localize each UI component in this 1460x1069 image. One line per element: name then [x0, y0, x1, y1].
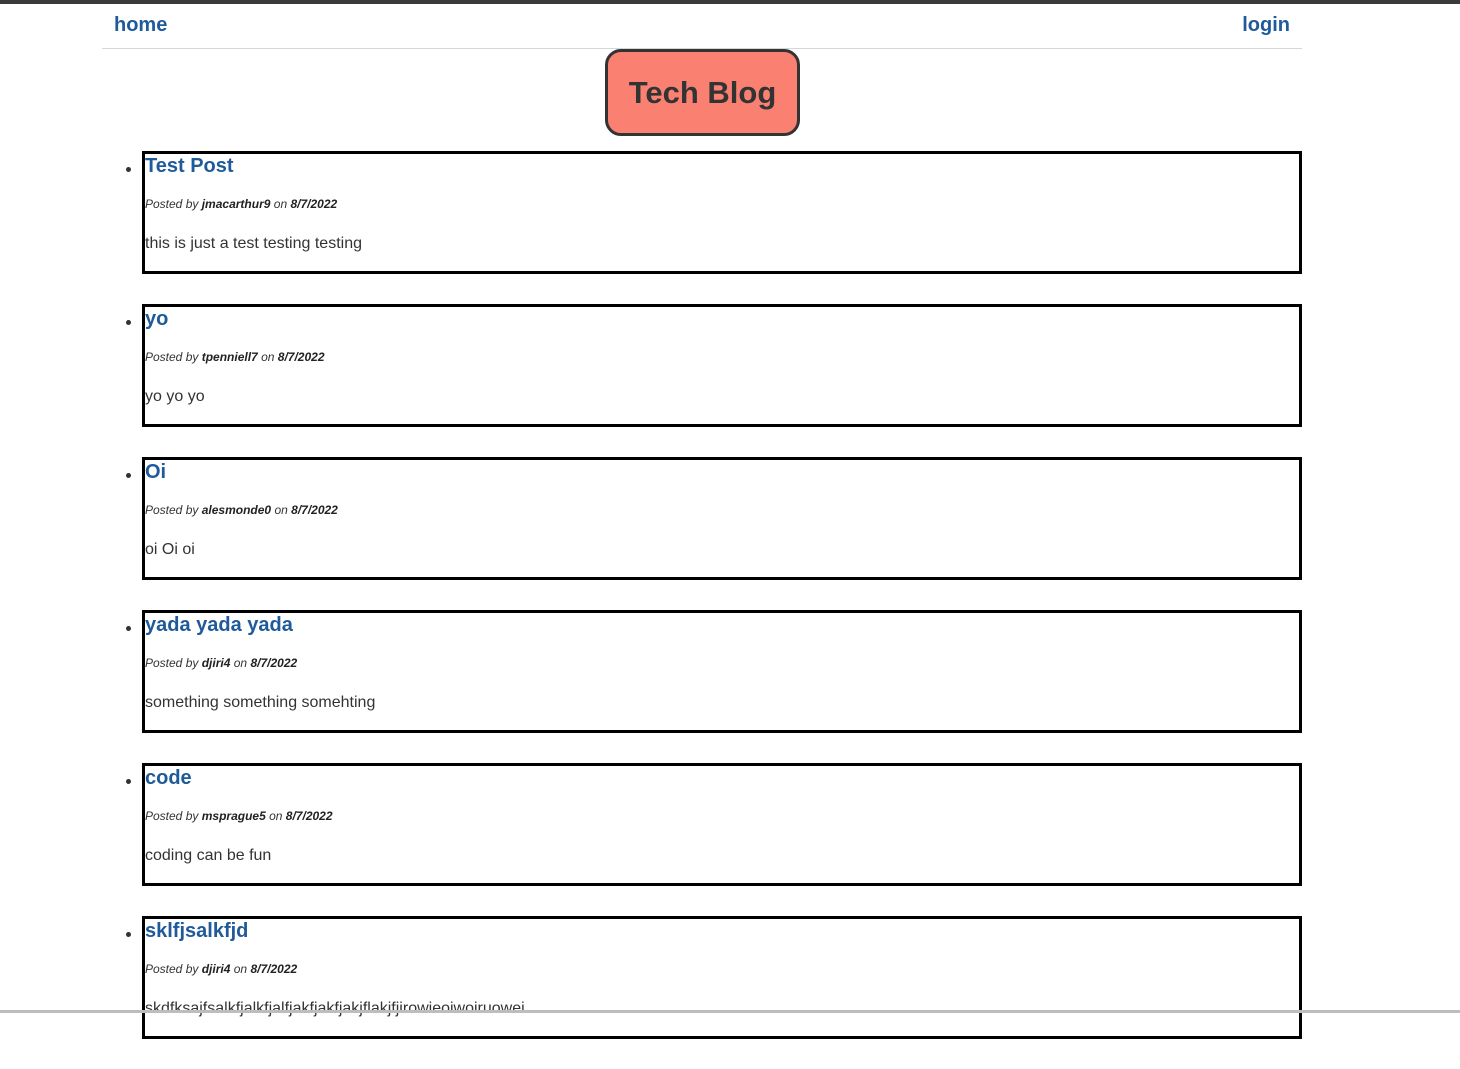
post-date: 8/7/2022 [250, 656, 298, 670]
on-label: on [233, 962, 248, 976]
site-title: Tech Blog [628, 74, 777, 110]
post-body: oi Oi oi [145, 541, 195, 558]
posted-by-label: Posted by [145, 809, 199, 823]
post-author: msprague5 [201, 809, 266, 823]
post-meta: Posted by msprague5 on 8/7/2022 [145, 809, 333, 823]
list-bullet [126, 779, 131, 784]
list-bullet [126, 167, 131, 172]
post-title-link[interactable]: Test Post [145, 155, 234, 178]
post-author: jmacarthur9 [201, 197, 271, 211]
post-meta: Posted by tpenniell7 on 8/7/2022 [145, 350, 325, 364]
list-bullet [126, 932, 131, 937]
post-title-link[interactable]: yada yada yada [145, 614, 293, 637]
on-label: on [273, 197, 288, 211]
post-card: Test Post Posted by jmacarthur9 on 8/7/2… [126, 151, 1302, 274]
list-bullet [126, 626, 131, 631]
post-title-link[interactable]: code [145, 767, 192, 790]
on-label: on [274, 503, 288, 517]
post-date: 8/7/2022 [291, 503, 338, 517]
list-bullet [126, 473, 131, 478]
post-date: 8/7/2022 [290, 197, 338, 211]
post-list: Test Post Posted by jmacarthur9 on 8/7/2… [126, 151, 1302, 1069]
home-link[interactable]: home [114, 14, 167, 37]
post-meta: Posted by djiri4 on 8/7/2022 [145, 656, 297, 670]
post-title-link[interactable]: sklfjsalkfjd [145, 920, 248, 943]
on-label: on [269, 809, 283, 823]
site-title-box: Tech Blog [605, 49, 800, 136]
post-date: 8/7/2022 [285, 809, 333, 823]
post-author: djiri4 [201, 962, 231, 976]
posted-by-label: Posted by [145, 962, 199, 976]
login-link[interactable]: login [1242, 14, 1290, 37]
post-title-link[interactable]: Oi [145, 461, 166, 484]
post-body: skdfksajfsalkfjalkfjalfjakfjakfjakjflakj… [145, 1000, 525, 1017]
posted-by-label: Posted by [145, 503, 199, 517]
post-card: yada yada yada Posted by djiri4 on 8/7/2… [126, 610, 1302, 733]
list-bullet [126, 320, 131, 325]
post-author: alesmonde0 [201, 503, 272, 517]
post-card: code Posted by msprague5 on 8/7/2022 cod… [126, 763, 1302, 886]
navbar: home login [102, 4, 1302, 49]
post-card: yo Posted by tpenniell7 on 8/7/2022 yo y… [126, 304, 1302, 427]
post-meta: Posted by alesmonde0 on 8/7/2022 [145, 503, 338, 517]
posted-by-label: Posted by [145, 350, 199, 364]
post-body: coding can be fun [145, 847, 272, 864]
post-card: sklfjsalkfjd Posted by djiri4 on 8/7/202… [126, 916, 1302, 1039]
post-title-link[interactable]: yo [145, 308, 168, 331]
post-author: tpenniell7 [201, 350, 258, 364]
on-label: on [261, 350, 275, 364]
post-author: djiri4 [201, 656, 231, 670]
post-body: yo yo yo [145, 388, 205, 405]
post-date: 8/7/2022 [250, 962, 298, 976]
post-date: 8/7/2022 [277, 350, 325, 364]
on-label: on [233, 656, 248, 670]
post-meta: Posted by djiri4 on 8/7/2022 [145, 962, 297, 976]
post-body: something something somehting [145, 694, 376, 711]
post-meta: Posted by jmacarthur9 on 8/7/2022 [145, 197, 337, 211]
post-card: Oi Posted by alesmonde0 on 8/7/2022 oi O… [126, 457, 1302, 580]
posted-by-label: Posted by [145, 197, 199, 211]
posted-by-label: Posted by [145, 656, 199, 670]
post-body: this is just a test testing testing [145, 235, 362, 252]
